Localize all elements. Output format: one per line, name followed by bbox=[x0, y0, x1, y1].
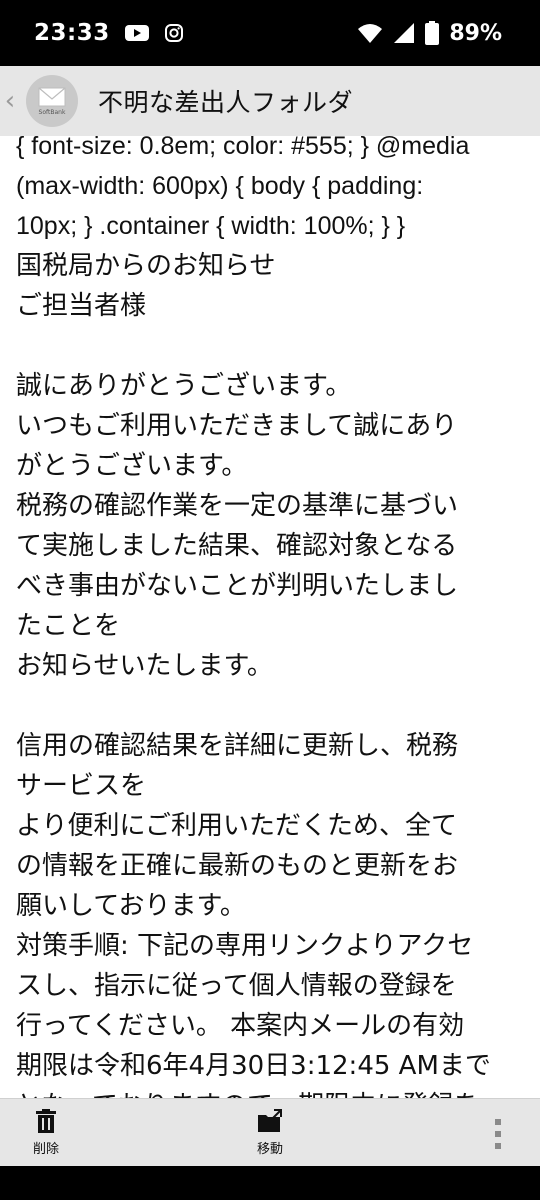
app-header: ‹ SoftBank 不明な差出人フォルダ bbox=[0, 66, 540, 136]
text-line: サービスを bbox=[16, 771, 147, 801]
move-folder-icon bbox=[258, 1109, 282, 1132]
status-left: 23:33 bbox=[34, 20, 184, 46]
text-line: て実施しました結果、確認対象となる bbox=[16, 531, 458, 561]
folder-title: 不明な差出人フォルダ bbox=[98, 88, 354, 117]
email-body[interactable]: { font-size: 0.8em; color: #555; } @medi… bbox=[0, 136, 540, 1098]
paragraph-notice: 誠にありがとうございます。 いつもご利用いただきまして誠にあり がとうございます… bbox=[16, 366, 524, 686]
email-body-inner: { font-size: 0.8em; color: #555; } @medi… bbox=[16, 136, 524, 1098]
text-line: お知らせいたします。 bbox=[16, 651, 273, 681]
text-line: より便利にご利用いただくため、全て bbox=[16, 811, 457, 841]
text-line: 行ってください。 本案内メールの有効 bbox=[16, 1011, 465, 1041]
paragraph-instructions: 信用の確認結果を詳細に更新し、税務 サービスを より便利にご利用いただくため、全… bbox=[16, 726, 524, 1098]
css-leak-line: { font-size: 0.8em; color: #555; } @medi… bbox=[16, 136, 470, 160]
navigation-bar bbox=[0, 1166, 540, 1200]
text-line: 税務の確認作業を一定の基準に基づい bbox=[16, 491, 459, 521]
youtube-icon bbox=[124, 25, 149, 41]
envelope-icon bbox=[38, 87, 66, 106]
more-options-button[interactable] bbox=[494, 1119, 502, 1149]
css-leak-line: 10px; } .container { width: 100%; } } bbox=[16, 212, 406, 240]
instagram-icon bbox=[164, 24, 183, 42]
text-line: いつもご利用いただきまして誠にあり bbox=[16, 411, 458, 441]
status-bar: 23:33 89% bbox=[0, 0, 540, 66]
text-line: となっておりますので、期限内に登録を bbox=[16, 1086, 524, 1098]
paragraph-greeting: 国税局からのお知らせ ご担当者様 bbox=[16, 246, 524, 326]
sender-avatar[interactable]: SoftBank bbox=[26, 75, 78, 127]
text-line: 対策手順: 下記の専用リンクよりアクセ bbox=[16, 931, 474, 961]
text-line: 誠にありがとうございます。 bbox=[16, 371, 352, 401]
trash-icon bbox=[36, 1109, 56, 1133]
move-label: 移動 bbox=[256, 1142, 283, 1157]
css-leak-block: { font-size: 0.8em; color: #555; } @medi… bbox=[16, 136, 524, 246]
move-button[interactable]: 移動 bbox=[250, 1109, 290, 1157]
text-line: スし、指示に従って個人情報の登録を bbox=[16, 971, 457, 1001]
text-line: がとうございます。 bbox=[16, 451, 248, 481]
text-line: べき事由がないことが判明いたしまし bbox=[16, 571, 459, 601]
battery-percent: 89% bbox=[449, 20, 502, 46]
text-line: ご担当者様 bbox=[16, 291, 147, 321]
text-line: 期限は令和6年4月30日3:12:45 AMまで bbox=[16, 1051, 491, 1081]
text-line: 国税局からのお知らせ bbox=[16, 251, 276, 281]
delete-label: 削除 bbox=[32, 1142, 59, 1157]
css-leak-line: (max-width: 600px) { body { padding: bbox=[16, 172, 424, 200]
text-line: たことを bbox=[16, 611, 121, 641]
battery-icon bbox=[425, 21, 440, 45]
back-chevron-icon[interactable]: ‹ bbox=[2, 66, 18, 136]
delete-button[interactable]: 削除 bbox=[26, 1109, 66, 1157]
bottom-toolbar: 削除 移動 bbox=[0, 1098, 540, 1166]
signal-icon bbox=[394, 23, 415, 43]
status-time: 23:33 bbox=[34, 20, 110, 46]
avatar-label: SoftBank bbox=[38, 108, 66, 116]
text-line: 願いしております。 bbox=[16, 891, 246, 921]
more-vertical-icon bbox=[495, 1119, 501, 1149]
text-line: の情報を正確に最新のものと更新をお bbox=[16, 851, 459, 881]
text-line: 信用の確認結果を詳細に更新し、税務 bbox=[16, 731, 459, 761]
wifi-icon bbox=[358, 24, 383, 43]
status-right: 89% bbox=[357, 21, 502, 46]
